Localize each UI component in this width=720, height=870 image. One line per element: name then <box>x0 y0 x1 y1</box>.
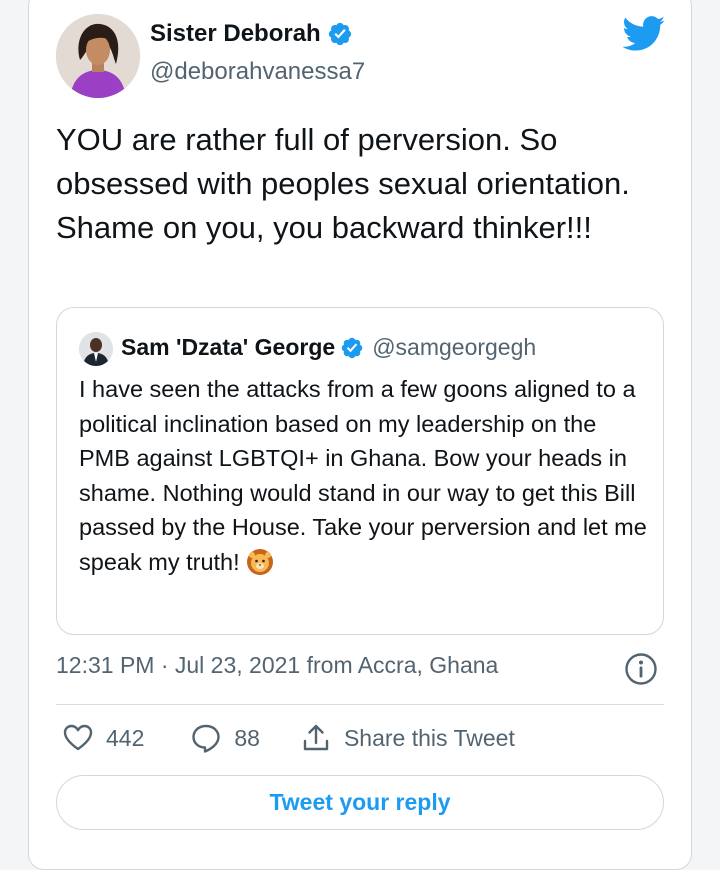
info-icon[interactable] <box>624 652 658 686</box>
quoted-author-row[interactable]: Sam 'Dzata' George @samgeorgegh <box>121 334 536 361</box>
author-name[interactable]: Sister Deborah <box>150 20 321 48</box>
author-handle[interactable]: @deborahvanessa7 <box>150 58 365 86</box>
quoted-tweet-text: I have seen the attacks from a few goons… <box>79 376 647 575</box>
verified-badge-icon <box>328 22 351 46</box>
reply-count: 88 <box>234 724 260 751</box>
lion-face-icon <box>247 548 274 575</box>
reply-count-button[interactable]: 88 <box>190 722 260 754</box>
quoted-author-name[interactable]: Sam 'Dzata' George <box>121 334 335 361</box>
heart-icon <box>63 724 93 751</box>
tweet-text: YOU are rather full of perversion. So ob… <box>56 122 630 245</box>
quoted-tweet-text-block: I have seen the attacks from a few goons… <box>79 372 649 579</box>
like-button[interactable]: 442 <box>62 722 144 754</box>
author-avatar[interactable] <box>56 14 140 98</box>
divider <box>56 704 664 705</box>
verified-badge-icon <box>341 337 363 358</box>
share-icon <box>303 724 329 751</box>
author-name-row[interactable]: Sister Deborah <box>150 20 353 48</box>
share-label: Share this Tweet <box>343 724 515 751</box>
twitter-bird-icon[interactable] <box>622 16 666 52</box>
share-button[interactable]: Share this Tweet <box>300 722 515 754</box>
comment-icon <box>192 724 221 753</box>
reply-button-label: Tweet your reply <box>269 789 451 815</box>
quoted-tweet[interactable]: Sam 'Dzata' George @samgeorgegh I have s… <box>56 307 664 635</box>
quoted-author-handle[interactable]: @samgeorgegh <box>372 334 536 361</box>
action-bar: 442 88 Share this Tweet <box>62 722 515 754</box>
tweet-timestamp[interactable]: 12:31 PM · Jul 23, 2021 from Accra, Ghan… <box>56 652 498 679</box>
like-count: 442 <box>106 724 145 751</box>
quoted-author-avatar[interactable] <box>79 332 113 366</box>
tweet-your-reply-button[interactable]: Tweet your reply <box>56 775 664 830</box>
